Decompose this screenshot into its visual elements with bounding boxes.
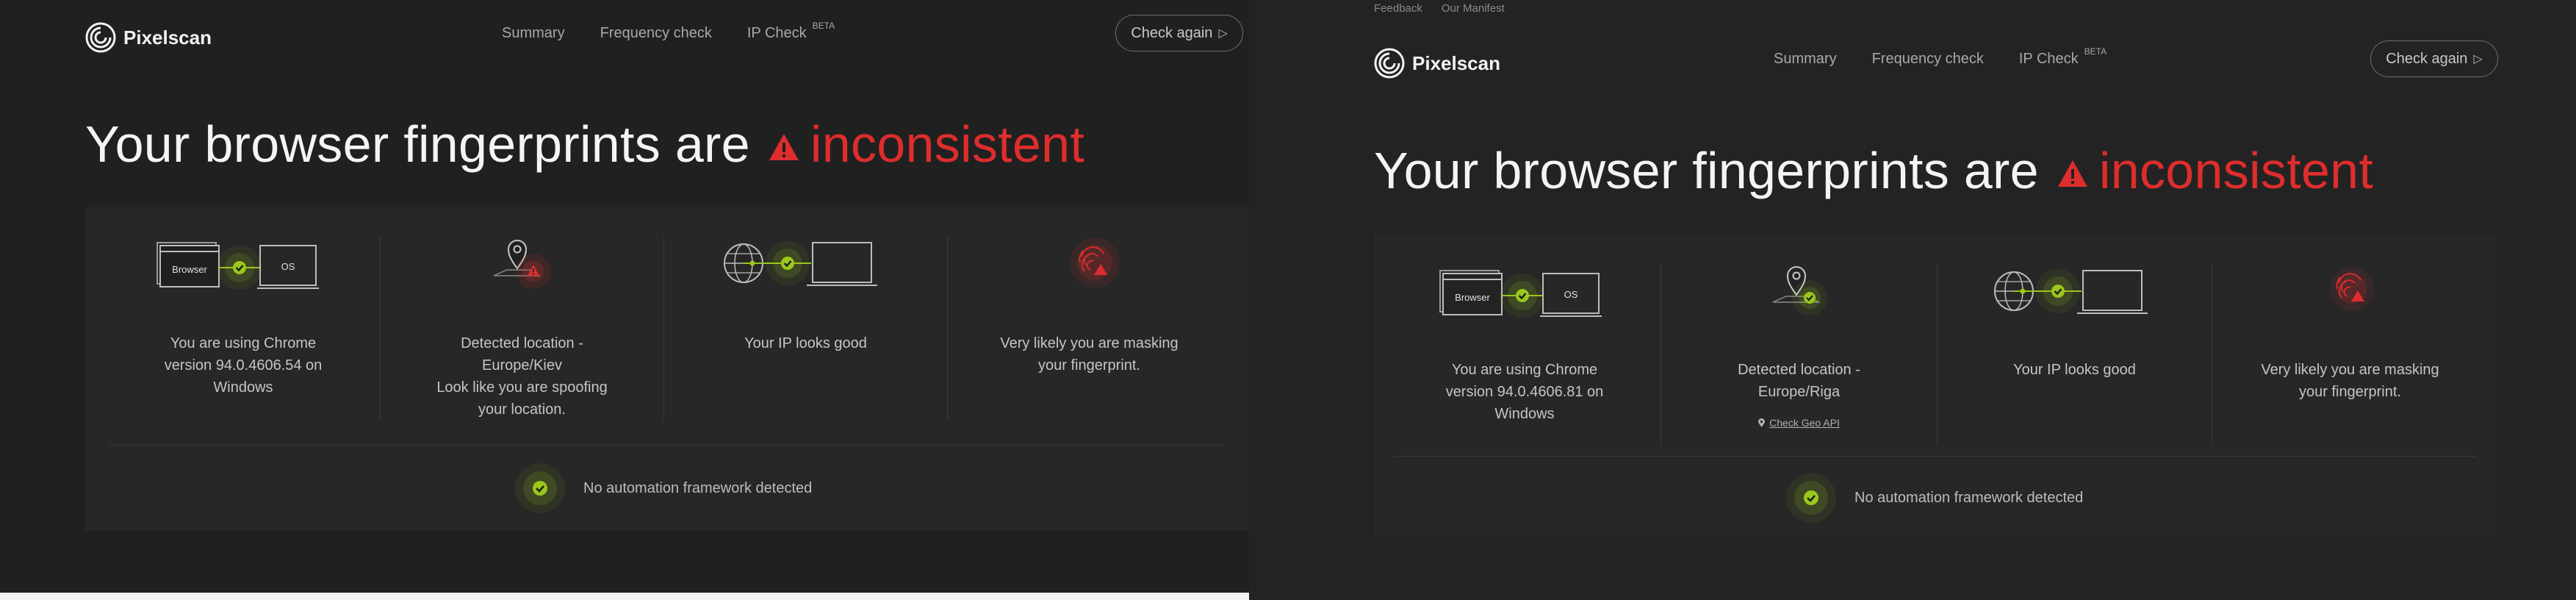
nav-ip-check-label: IP Check — [746, 25, 807, 41]
location-line-2: Europe/Kiev — [482, 357, 562, 374]
browser-os-check-icon: Browser OS — [156, 242, 319, 290]
automation-text: No automation framework detected — [1854, 489, 2084, 506]
browser-line-1: You are using Chrome — [170, 335, 317, 351]
svg-text:Browser: Browser — [1455, 292, 1490, 303]
fingerprint-warning-icon — [2330, 267, 2374, 311]
browser-line-2: version 94.0.4606.81 on — [1445, 384, 1604, 400]
svg-text:Browser: Browser — [172, 264, 207, 275]
results-card: Browser OS You are using Chrome version … — [1374, 234, 2497, 537]
check-again-label: Check again — [2386, 50, 2468, 67]
fingerprint-line-2: your fingerprint. — [2299, 384, 2401, 400]
page-title: Your browser fingerprints are inconsiste… — [1374, 137, 2373, 204]
svg-text:OS: OS — [1564, 289, 1578, 300]
results-card: Browser OS You are using Chrome version … — [85, 207, 1249, 531]
globe-laptop-check-icon — [1994, 269, 2148, 314]
location-warning-icon — [493, 240, 551, 289]
map-pin-icon — [1758, 418, 1766, 427]
browser-os-check-icon: Browser OS — [1439, 270, 1602, 318]
check-again-button[interactable]: Check again ▷ — [2370, 40, 2498, 77]
location-card: Detected location - Europe/Riga Check Ge… — [1661, 234, 1937, 454]
pixelscan-logo-icon — [1374, 48, 1405, 79]
card-divider — [1395, 456, 2476, 457]
browser-os-card: Browser OS You are using Chrome version … — [1389, 234, 1661, 454]
automation-text: No automation framework detected — [583, 479, 813, 496]
nav-frequency-check[interactable]: Frequency check — [600, 25, 712, 42]
card-divider — [109, 445, 1223, 446]
logo[interactable]: Pixelscan — [1374, 48, 1500, 79]
browser-line-3: Windows — [1494, 406, 1555, 422]
beta-badge: BETA — [812, 21, 835, 31]
feedback-link[interactable]: Feedback — [1374, 2, 1422, 15]
pixelscan-logo-icon — [85, 22, 116, 53]
nav-frequency-check[interactable]: Frequency check — [1872, 51, 1984, 68]
fingerprint-line-1: Very likely you are masking — [2261, 362, 2439, 378]
nav-ip-check-label: IP Check — [2018, 51, 2079, 67]
play-icon: ▷ — [2473, 53, 2483, 65]
page-title: Your browser fingerprints are inconsiste… — [85, 110, 1084, 178]
site-header: Pixelscan — [1374, 48, 1500, 79]
globe-laptop-check-icon — [724, 241, 877, 286]
automation-status: No automation framework detected — [514, 463, 812, 514]
automation-status: No automation framework detected — [1785, 472, 2083, 524]
beta-badge: BETA — [2084, 46, 2107, 57]
site-header: Pixelscan — [85, 22, 212, 53]
fingerprint-line-2: your fingerprint. — [1038, 357, 1140, 374]
check-again-label: Check again — [1131, 24, 1213, 41]
check-circle-icon — [1786, 473, 1836, 523]
ip-card: Your IP looks good — [664, 207, 947, 428]
location-card: Detected location - Europe/Kiev Look lik… — [381, 207, 663, 428]
browser-line-3: Windows — [213, 379, 273, 396]
check-geo-api-label: Check Geo API — [1769, 417, 1840, 429]
fingerprint-card: Very likely you are masking your fingerp… — [948, 207, 1231, 428]
location-line-4: your location. — [478, 401, 566, 418]
page-bottom-strip — [0, 593, 1249, 600]
logo[interactable]: Pixelscan — [85, 22, 212, 53]
ip-line-1: Your IP looks good — [2013, 362, 2136, 378]
right-screenshot-panel: Feedback Our Manifest Pixelscan Summary … — [1249, 0, 2576, 600]
nav-ip-check[interactable]: IP Check BETA — [2018, 46, 2107, 68]
browser-line-1: You are using Chrome — [1451, 362, 1598, 378]
location-line-3: Look like you are spoofing — [436, 379, 608, 396]
main-nav: Summary Frequency check IP Check BETA — [1774, 46, 2107, 68]
nav-summary[interactable]: Summary — [502, 25, 565, 42]
logo-text: Pixelscan — [123, 26, 212, 49]
warning-triangle-icon — [768, 115, 800, 174]
fingerprint-warning-icon — [1070, 238, 1120, 288]
fingerprint-line-1: Very likely you are masking — [1000, 335, 1179, 351]
ip-line-1: Your IP looks good — [744, 335, 867, 351]
ip-card: Your IP looks good — [1938, 234, 2212, 454]
main-nav: Summary Frequency check IP Check BETA — [502, 21, 835, 42]
title-status: inconsistent — [2098, 142, 2374, 199]
browser-os-card: Browser OS You are using Chrome version … — [107, 207, 379, 428]
manifest-link[interactable]: Our Manifest — [1442, 2, 1505, 15]
title-prefix: Your browser fingerprints are — [1374, 142, 2039, 199]
warning-triangle-icon — [2057, 141, 2089, 200]
logo-text: Pixelscan — [1412, 51, 1500, 74]
title-status: inconsistent — [810, 115, 1085, 173]
svg-text:OS: OS — [281, 261, 295, 272]
check-again-button[interactable]: Check again ▷ — [1115, 15, 1243, 51]
left-screenshot-panel: Pixelscan Summary Frequency check IP Che… — [0, 0, 1249, 600]
check-geo-api-link[interactable]: Check Geo API — [1758, 412, 1840, 434]
title-prefix: Your browser fingerprints are — [85, 115, 750, 173]
location-check-icon — [1772, 266, 1827, 315]
location-line-2: Europe/Riga — [1757, 384, 1841, 400]
fingerprint-card: Very likely you are masking your fingerp… — [2212, 234, 2488, 454]
nav-ip-check[interactable]: IP Check BETA — [746, 21, 835, 42]
check-circle-icon — [515, 463, 565, 513]
play-icon: ▷ — [1218, 27, 1228, 40]
top-links: Feedback Our Manifest — [1374, 0, 1505, 16]
nav-summary[interactable]: Summary — [1774, 51, 1837, 68]
location-line-1: Detected location - — [461, 335, 583, 351]
location-line-1: Detected location - — [1738, 362, 1860, 378]
browser-line-2: version 94.0.4606.54 on — [164, 357, 323, 374]
